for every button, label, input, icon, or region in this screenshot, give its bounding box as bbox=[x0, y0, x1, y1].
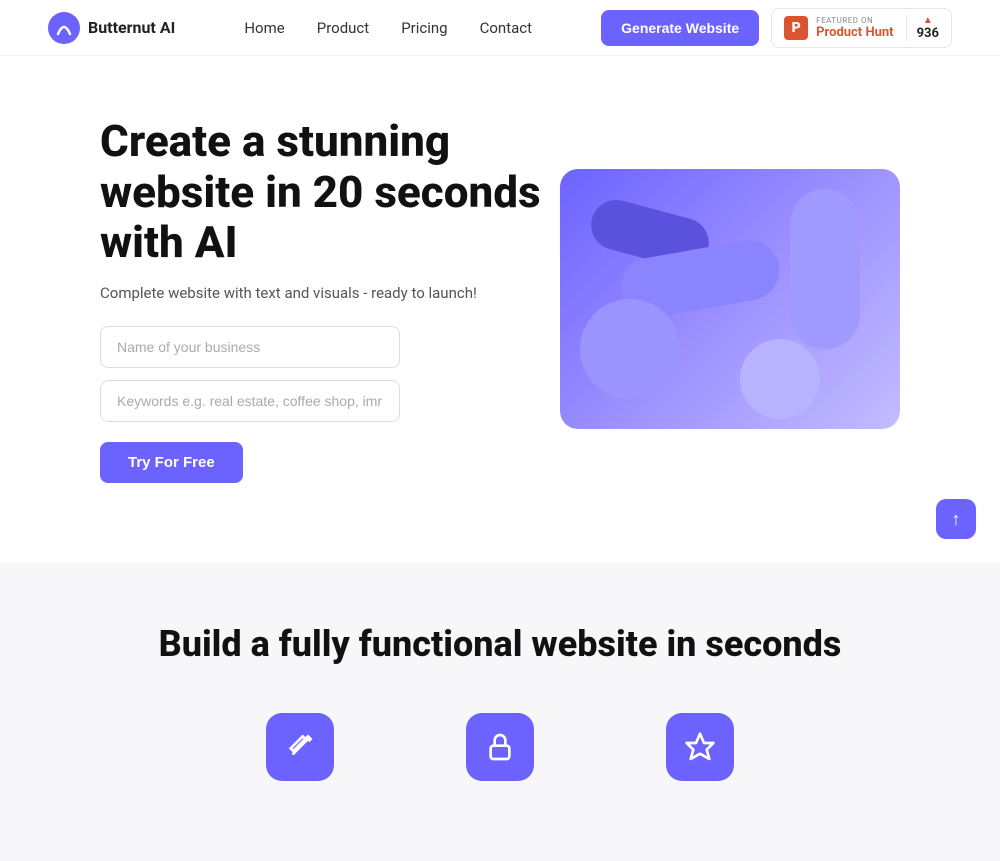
product-hunt-icon: P bbox=[784, 16, 808, 40]
generate-website-button[interactable]: Generate Website bbox=[601, 10, 759, 46]
scroll-up-icon: ↑ bbox=[952, 509, 961, 530]
nav-product[interactable]: Product bbox=[317, 19, 369, 37]
scroll-to-top-button[interactable]: ↑ bbox=[936, 499, 976, 539]
hero-title: Create a stunning website in 20 seconds … bbox=[100, 116, 560, 268]
feature-icon-2 bbox=[666, 713, 734, 781]
deco-shape-3 bbox=[580, 299, 680, 399]
ph-count: 936 bbox=[917, 26, 939, 41]
ph-arrow-icon: ▲ bbox=[923, 15, 933, 26]
nav-pricing[interactable]: Pricing bbox=[401, 19, 447, 37]
features-section: Build a fully functional website in seco… bbox=[0, 563, 1000, 861]
features-title: Build a fully functional website in seco… bbox=[80, 623, 920, 665]
hero-form bbox=[100, 326, 560, 422]
deco-shape-2 bbox=[790, 189, 860, 349]
keywords-input[interactable] bbox=[100, 380, 400, 422]
wand-icon bbox=[284, 731, 316, 763]
navbar: Butternut AI Home Product Pricing Contac… bbox=[0, 0, 1000, 56]
product-hunt-badge[interactable]: P FEATURED ON Product Hunt ▲ 936 bbox=[771, 8, 952, 48]
lock-icon bbox=[484, 731, 516, 763]
product-hunt-text: FEATURED ON Product Hunt bbox=[816, 16, 893, 40]
feature-icon-0 bbox=[266, 713, 334, 781]
business-name-input[interactable] bbox=[100, 326, 400, 368]
ph-score: ▲ 936 bbox=[906, 15, 939, 41]
nav-contact[interactable]: Contact bbox=[480, 19, 532, 37]
hero-subtitle: Complete website with text and visuals -… bbox=[100, 284, 560, 302]
hero-illustration bbox=[560, 169, 900, 429]
brand-logo[interactable]: Butternut AI bbox=[48, 12, 175, 44]
star-icon bbox=[684, 731, 716, 763]
feature-card-0 bbox=[230, 713, 370, 781]
logo-icon bbox=[48, 12, 80, 44]
feature-card-1 bbox=[430, 713, 570, 781]
hero-content: Create a stunning website in 20 seconds … bbox=[100, 116, 560, 483]
hero-section: Create a stunning website in 20 seconds … bbox=[0, 56, 1000, 563]
nav-links: Home Product Pricing Contact bbox=[244, 18, 532, 37]
nav-right: Generate Website P FEATURED ON Product H… bbox=[601, 8, 952, 48]
features-row bbox=[80, 713, 920, 781]
deco-shape-4 bbox=[740, 339, 820, 419]
brand-name: Butternut AI bbox=[88, 18, 175, 37]
ph-featured-label: FEATURED ON bbox=[816, 16, 893, 25]
feature-icon-1 bbox=[466, 713, 534, 781]
feature-card-2 bbox=[630, 713, 770, 781]
try-for-free-button[interactable]: Try For Free bbox=[100, 442, 243, 483]
nav-home[interactable]: Home bbox=[244, 19, 284, 37]
ph-name-label: Product Hunt bbox=[816, 25, 893, 40]
